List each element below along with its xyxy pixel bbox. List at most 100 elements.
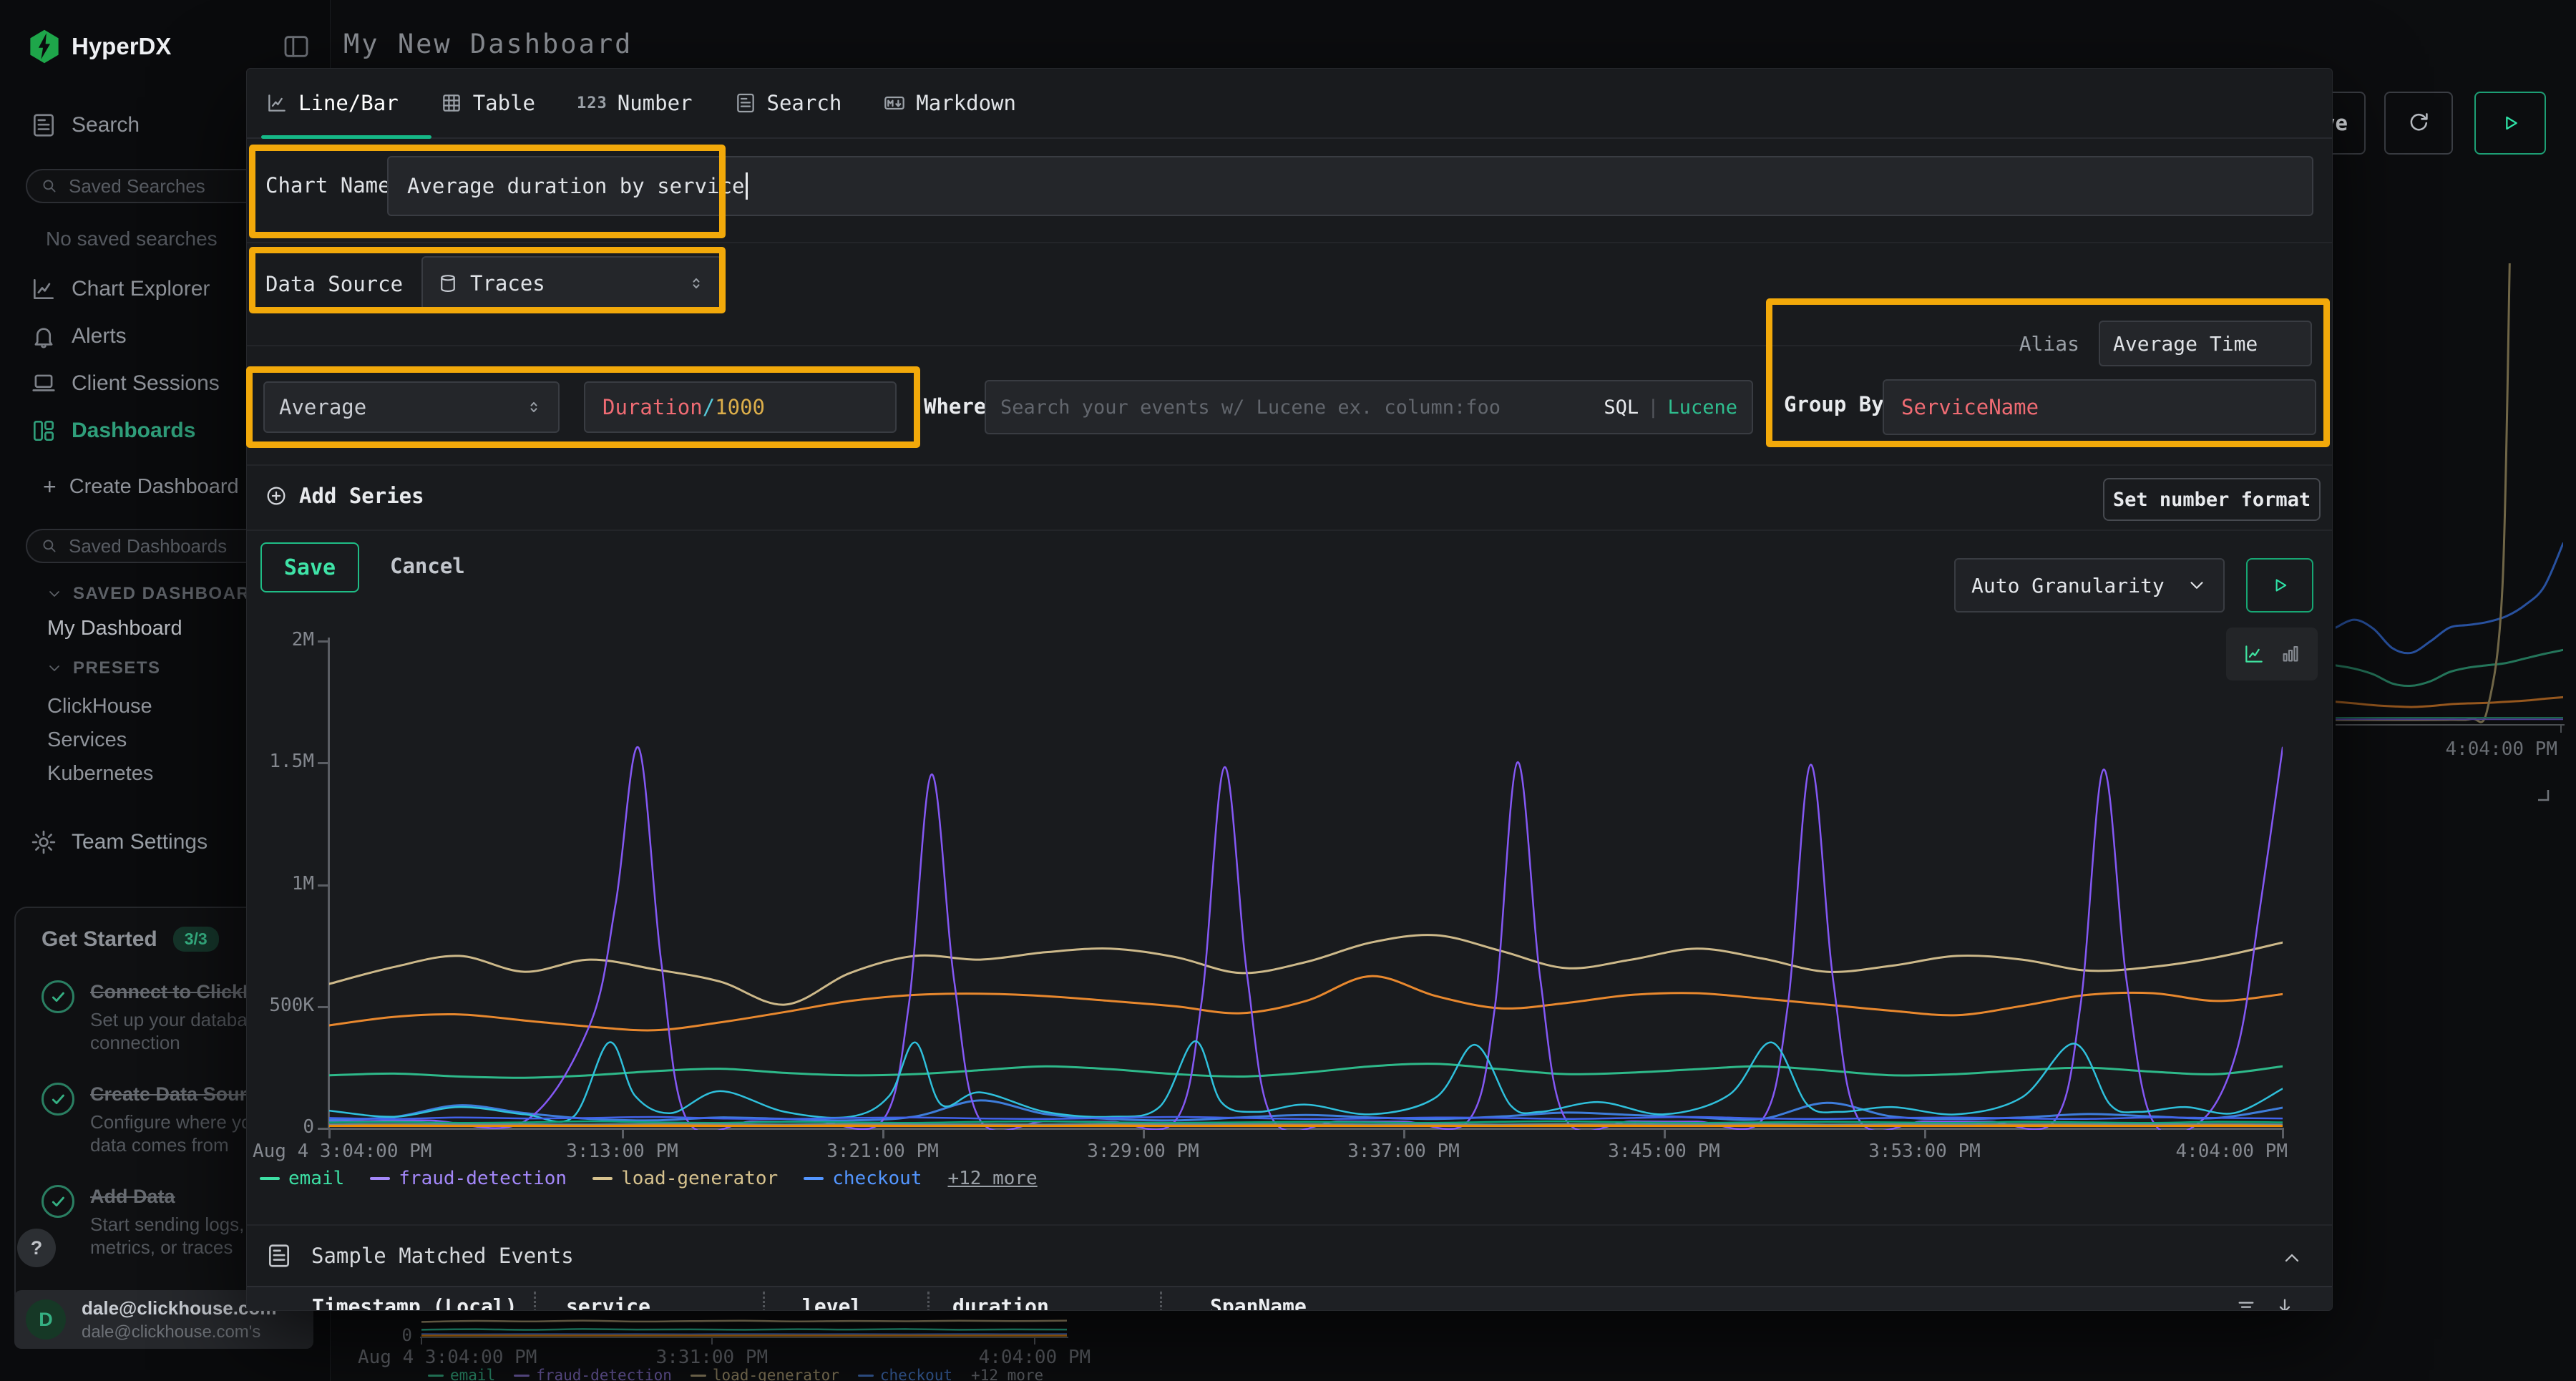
- tab-line-bar[interactable]: Line/Bar: [265, 91, 399, 115]
- column-header-duration[interactable]: duration: [952, 1294, 1049, 1311]
- dashboards-icon: [30, 417, 57, 444]
- sidebar-item-kubernetes[interactable]: Kubernetes: [47, 757, 153, 791]
- search-icon: [40, 537, 59, 555]
- data-source-label: Data Source: [265, 272, 403, 296]
- save-button[interactable]: Save: [260, 542, 359, 592]
- tab-label: Line/Bar: [298, 91, 399, 115]
- sample-events-header: Sample Matched Events: [265, 1242, 574, 1269]
- tab-label: Number: [618, 91, 693, 115]
- hyperdx-app: My New Dashboard Save 4:04:00 PM 0 Aug 4…: [0, 0, 2576, 1381]
- panel-collapse-icon: [282, 32, 311, 61]
- sample-events-title: Sample Matched Events: [311, 1244, 574, 1268]
- sidebar-item-team-settings[interactable]: Team Settings: [30, 829, 208, 856]
- avatar: D: [26, 1299, 66, 1339]
- plus-circle-icon: [265, 484, 288, 507]
- sidebar-item-my-dashboard[interactable]: My Dashboard: [47, 617, 182, 640]
- legend-label: load-generator: [621, 1168, 778, 1189]
- sidebar-item-services[interactable]: Services: [47, 723, 153, 757]
- legend-label: checkout: [832, 1168, 922, 1189]
- aggregation-select[interactable]: Average: [263, 381, 560, 433]
- alerts-icon: [30, 323, 57, 350]
- table-download-icon[interactable]: [2273, 1295, 2296, 1311]
- column-header-service[interactable]: service: [566, 1294, 650, 1311]
- expr-value: 1000: [715, 395, 765, 419]
- chart-explorer-icon: [30, 275, 57, 303]
- legend-item-fraud-detection[interactable]: fraud-detection: [370, 1168, 567, 1189]
- refresh-icon: [2406, 110, 2431, 136]
- tab-number[interactable]: 123 Number: [577, 91, 693, 115]
- check-circle-icon: [42, 1185, 74, 1218]
- chart-name-input[interactable]: Average duration by service: [387, 156, 2313, 216]
- legend-item-checkout[interactable]: checkout: [804, 1168, 922, 1189]
- column-resize-handle[interactable]: [927, 1292, 930, 1311]
- group-by-value: ServiceName: [1901, 395, 2039, 419]
- brand-name: HyperDX: [72, 33, 171, 60]
- background-right-chart-tick-label: 4:04:00 PM: [2421, 738, 2557, 760]
- run-query-button[interactable]: [2474, 92, 2546, 155]
- tab-search[interactable]: Search: [734, 91, 842, 115]
- data-source-select[interactable]: Traces: [421, 256, 722, 311]
- cancel-button[interactable]: Cancel: [390, 554, 465, 578]
- sidebar-item-clickhouse[interactable]: ClickHouse: [47, 690, 153, 723]
- y-tick-label: 1.5M: [248, 751, 314, 772]
- granularity-select[interactable]: Auto Granularity: [1954, 558, 2225, 613]
- x-tick-label: 3:53:00 PM: [1803, 1141, 2046, 1162]
- sidebar-collapse-button[interactable]: [278, 31, 315, 64]
- table-filter-icon[interactable]: [2235, 1295, 2258, 1311]
- brand[interactable]: HyperDX: [29, 29, 171, 64]
- presets-section[interactable]: PRESETS: [46, 658, 161, 678]
- y-tick-label: 2M: [248, 629, 314, 650]
- help-button[interactable]: ?: [17, 1229, 56, 1267]
- bar-chart-toggle-icon[interactable]: [2280, 643, 2301, 665]
- where-search-input[interactable]: Search your events w/ Lucene ex. column:…: [985, 380, 1753, 434]
- play-icon: [2269, 575, 2290, 596]
- alias-input[interactable]: Average Time: [2099, 321, 2312, 366]
- tab-markdown[interactable]: Markdown: [883, 91, 1016, 115]
- timeseries-chart[interactable]: [329, 636, 2283, 1130]
- help-label: ?: [31, 1237, 43, 1259]
- refresh-button[interactable]: [2384, 92, 2453, 155]
- create-dashboard-button[interactable]: + Create Dashboard: [43, 474, 239, 500]
- sample-events-table-header: Timestamp (Local) service level duration Spa…: [247, 1286, 2333, 1311]
- legend-more-link[interactable]: +12 more: [947, 1168, 1037, 1189]
- collapse-section-icon[interactable]: [2280, 1246, 2303, 1269]
- column-header-spanname[interactable]: SpanName: [1210, 1294, 1307, 1311]
- user-email: dale@clickhouse.com's: [82, 1322, 276, 1342]
- mini-legend-item: load-generator: [691, 1367, 839, 1381]
- x-tick-label: 3:29:00 PM: [1022, 1141, 1265, 1162]
- field-expression-input[interactable]: Duration/1000: [584, 381, 897, 433]
- page-title: My New Dashboard: [343, 29, 633, 59]
- group-by-input[interactable]: ServiceName: [1883, 379, 2316, 435]
- column-header-timestamp-local-[interactable]: Timestamp (Local): [312, 1294, 517, 1311]
- chevron-down-icon: [46, 660, 63, 677]
- tab-table[interactable]: Table: [440, 91, 535, 115]
- saved-dashboards-section[interactable]: SAVED DASHBOARDS: [46, 584, 276, 604]
- run-chart-button[interactable]: [2246, 558, 2313, 613]
- legend-item-email[interactable]: email: [260, 1168, 344, 1189]
- mini-x-tick-label: Aug 4 3:04:00 PM: [358, 1347, 587, 1368]
- x-tick: [328, 1130, 331, 1138]
- data-source-icon: [437, 273, 459, 294]
- legend-item-load-generator[interactable]: load-generator: [592, 1168, 778, 1189]
- lang-sql-toggle[interactable]: SQL: [1604, 396, 1639, 419]
- step-title: Add Data: [90, 1186, 175, 1207]
- legend-label: fraud-detection: [399, 1168, 567, 1189]
- team-settings-label: Team Settings: [72, 830, 208, 854]
- tabs-baseline: [247, 137, 2333, 139]
- granularity-value: Auto Granularity: [1971, 574, 2165, 597]
- lang-lucene-toggle[interactable]: Lucene: [1667, 396, 1737, 419]
- mini-x-tick: [711, 1338, 713, 1345]
- tile-resize-handle-icon[interactable]: [2533, 784, 2552, 803]
- set-number-format-button[interactable]: Set number format: [2103, 478, 2321, 521]
- column-header-level[interactable]: level: [802, 1294, 862, 1311]
- add-series-button[interactable]: Add Series: [265, 484, 424, 508]
- column-resize-handle[interactable]: [763, 1292, 765, 1311]
- column-resize-handle[interactable]: [534, 1292, 536, 1311]
- column-resize-handle[interactable]: [1160, 1292, 1162, 1311]
- sidebar-item-label: Chart Explorer: [72, 277, 210, 301]
- set-number-format-label: Set number format: [2113, 489, 2311, 511]
- step-title: Create Data Source: [90, 1083, 268, 1105]
- table-tab-icon: [440, 92, 463, 114]
- x-tick-label: 3:45:00 PM: [1543, 1141, 1786, 1162]
- legend-label: email: [288, 1168, 344, 1189]
